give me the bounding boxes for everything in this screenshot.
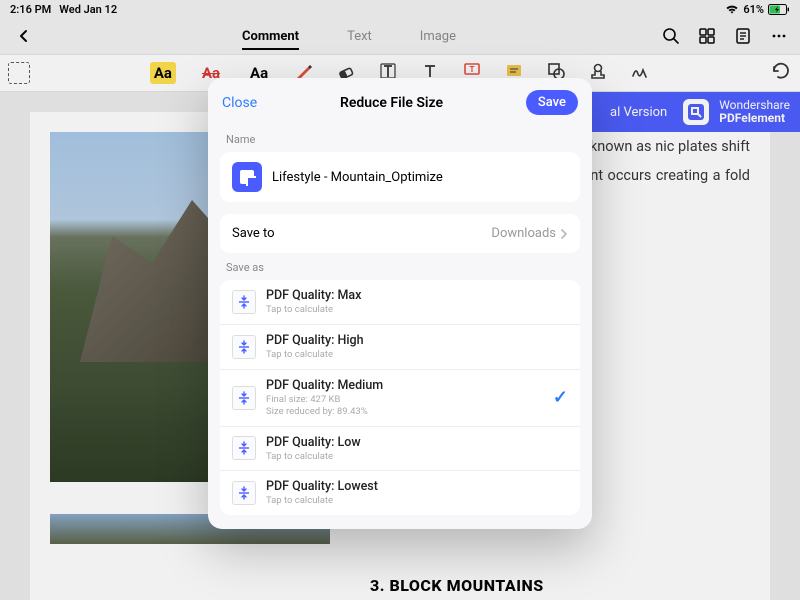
quality-title: PDF Quality: Medium — [266, 378, 553, 393]
quality-option-medium[interactable]: PDF Quality: Medium Final size: 427 KBSi… — [220, 370, 580, 427]
compress-icon — [232, 335, 256, 359]
quality-option-low[interactable]: PDF Quality: Low Tap to calculate — [220, 427, 580, 472]
name-section-label: Name — [208, 125, 592, 152]
compress-icon — [232, 290, 256, 314]
quality-option-max[interactable]: PDF Quality: Max Tap to calculate — [220, 280, 580, 325]
filename-card — [220, 152, 580, 202]
filename-input[interactable] — [272, 170, 568, 185]
quality-subtitle: Tap to calculate — [266, 349, 568, 361]
quality-subtitle: Tap to calculate — [266, 495, 568, 507]
check-icon: ✓ — [553, 387, 568, 408]
quality-title: PDF Quality: Lowest — [266, 479, 568, 494]
compress-icon — [232, 436, 256, 460]
reduce-file-size-modal: Close Reduce File Size Save Name Save to… — [208, 78, 592, 529]
close-button[interactable]: Close — [222, 95, 257, 111]
quality-list: PDF Quality: Max Tap to calculate PDF Qu… — [220, 280, 580, 515]
quality-subtitle: Tap to calculate — [266, 304, 568, 316]
chevron-right-icon — [560, 228, 568, 240]
quality-subtitle: Tap to calculate — [266, 451, 568, 463]
save-as-section-label: Save as — [208, 253, 592, 280]
modal-title: Reduce File Size — [340, 95, 443, 111]
save-to-row[interactable]: Save to Downloads — [220, 214, 580, 253]
quality-subtitle: Final size: 427 KBSize reduced by: 89.43… — [266, 394, 553, 418]
compress-icon — [232, 481, 256, 505]
quality-title: PDF Quality: High — [266, 333, 568, 348]
quality-title: PDF Quality: Low — [266, 435, 568, 450]
save-to-label: Save to — [232, 226, 275, 241]
quality-option-lowest[interactable]: PDF Quality: Lowest Tap to calculate — [220, 471, 580, 515]
save-button[interactable]: Save — [526, 90, 578, 115]
compress-icon — [232, 386, 256, 410]
document-icon — [232, 162, 262, 192]
save-to-value: Downloads — [491, 226, 556, 241]
quality-option-high[interactable]: PDF Quality: High Tap to calculate — [220, 325, 580, 370]
quality-title: PDF Quality: Max — [266, 288, 568, 303]
